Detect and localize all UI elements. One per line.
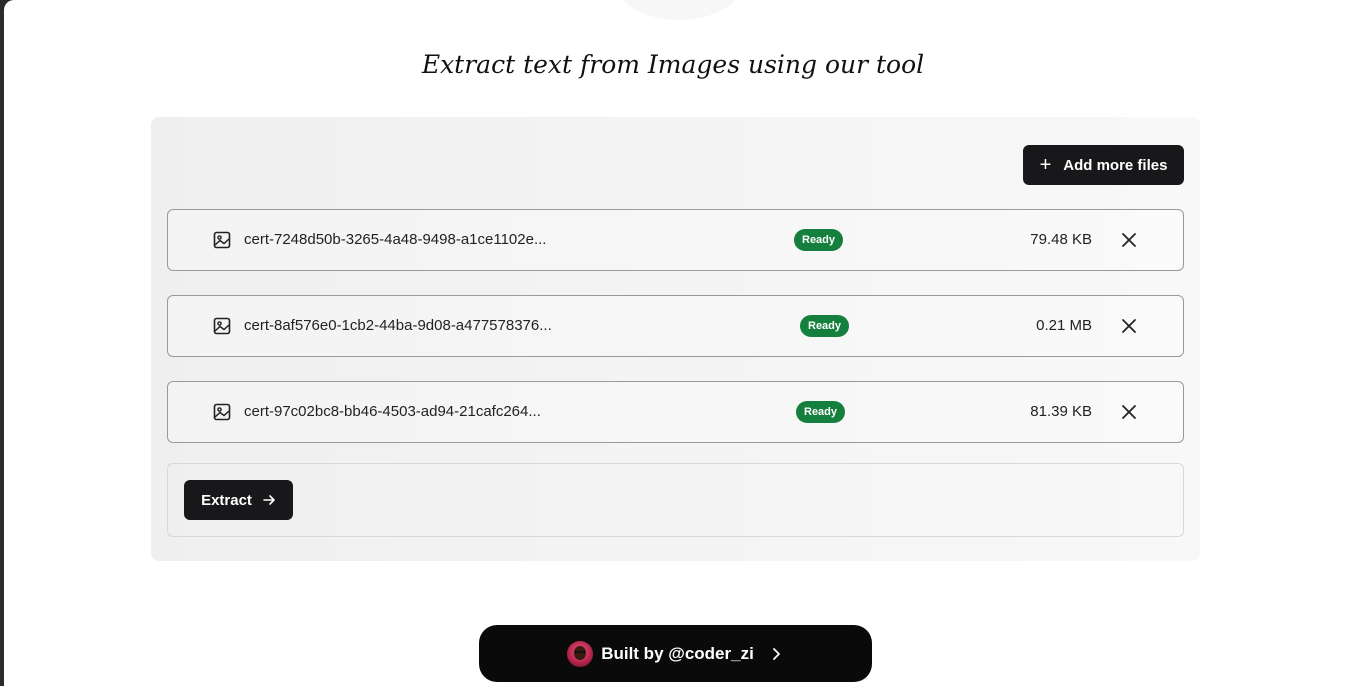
add-more-files-label: Add more files: [1063, 156, 1168, 174]
file-row: cert-8af576e0-1cb2-44ba-9d08-a477578376.…: [167, 295, 1184, 357]
upload-card: + Add more files cert-7248d50b-3265-4a48…: [151, 117, 1200, 561]
arrow-right-icon: [263, 495, 275, 505]
file-size: 81.39 KB: [1030, 403, 1092, 420]
close-icon[interactable]: [1120, 317, 1138, 335]
file-name: cert-97c02bc8-bb46-4503-ad94-21cafc264..…: [244, 403, 541, 420]
page-tagline: Extract text from Images using our tool: [421, 50, 925, 79]
plus-icon: +: [1039, 154, 1052, 176]
image-icon: [213, 403, 231, 421]
status-badge: Ready: [800, 315, 850, 337]
chevron-right-icon: [772, 647, 780, 660]
built-by-button[interactable]: Built by @coder_zi: [479, 625, 872, 682]
close-icon[interactable]: [1120, 231, 1138, 249]
status-badge: Ready: [794, 229, 844, 251]
top-logo-circle: [614, 0, 744, 20]
status-badge: Ready: [796, 401, 846, 423]
extract-button[interactable]: Extract: [184, 480, 293, 520]
extract-panel: Extract: [167, 463, 1184, 537]
image-icon: [213, 231, 231, 249]
file-size: 0.21 MB: [1036, 317, 1092, 334]
close-icon[interactable]: [1120, 403, 1138, 421]
built-by-label: Built by @coder_zi: [601, 643, 754, 663]
extract-label: Extract: [201, 491, 252, 509]
file-row: cert-7248d50b-3265-4a48-9498-a1ce1102e..…: [167, 209, 1184, 271]
image-icon: [213, 317, 231, 335]
file-size: 79.48 KB: [1030, 231, 1092, 248]
add-more-files-button[interactable]: + Add more files: [1023, 145, 1184, 185]
avatar: [567, 640, 594, 667]
file-row: cert-97c02bc8-bb46-4503-ad94-21cafc264..…: [167, 381, 1184, 443]
file-name: cert-8af576e0-1cb2-44ba-9d08-a477578376.…: [244, 317, 552, 334]
page: Extract text from Images using our tool …: [4, 0, 1346, 686]
file-name: cert-7248d50b-3265-4a48-9498-a1ce1102e..…: [244, 231, 547, 248]
